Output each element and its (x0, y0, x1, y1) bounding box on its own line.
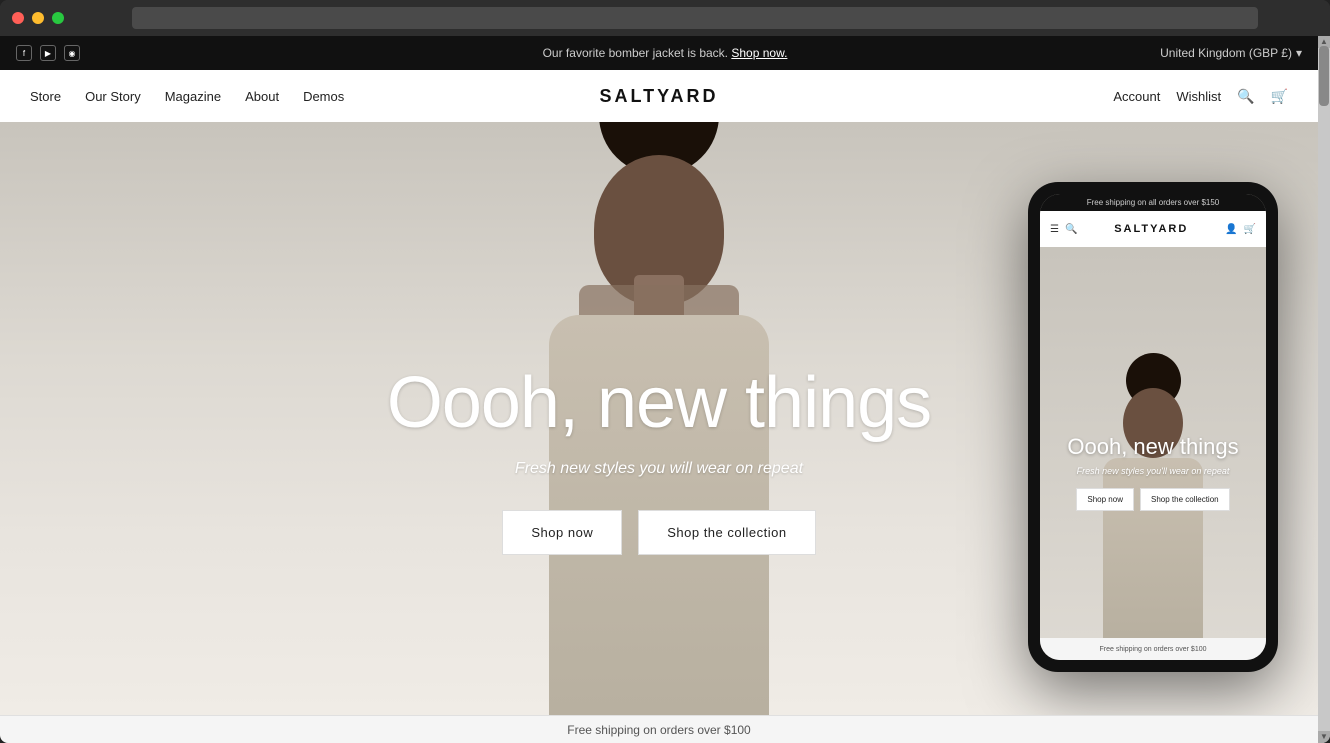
browser-window: f ▶ ◉ Our favorite bomber jacket is back… (0, 0, 1330, 743)
site-logo[interactable]: SALTYARD (599, 86, 718, 107)
navigation: Store Our Story Magazine About Demos SAL… (0, 70, 1318, 122)
nav-wishlist[interactable]: Wishlist (1176, 89, 1221, 104)
phone-nav-left: ☰ 🔍 (1050, 224, 1077, 235)
instagram-icon[interactable]: ◉ (64, 45, 80, 61)
social-icons: f ▶ ◉ (16, 45, 80, 61)
facebook-icon[interactable]: f (16, 45, 32, 61)
region-selector[interactable]: United Kingdom (GBP £) ▾ (1160, 46, 1302, 60)
announcement-bar: f ▶ ◉ Our favorite bomber jacket is back… (0, 36, 1318, 70)
cart-icon[interactable]: 🛒 (1271, 88, 1288, 105)
phone-hero: Oooh, new things Fresh new styles you'll… (1040, 247, 1266, 638)
phone-search-icon[interactable]: 🔍 (1065, 224, 1077, 235)
nav-store[interactable]: Store (30, 89, 61, 104)
phone-hero-buttons: Shop now Shop the collection (1067, 488, 1238, 511)
announcement-message: Our favorite bomber jacket is back. Shop… (543, 46, 788, 60)
close-button[interactable] (12, 12, 24, 24)
phone-nav-right: 👤 🛒 (1225, 224, 1256, 235)
phone-account-icon[interactable]: 👤 (1225, 224, 1237, 235)
hero-buttons: Shop now Shop the collection (387, 510, 931, 555)
youtube-icon[interactable]: ▶ (40, 45, 56, 61)
hero-section: Oooh, new things Fresh new styles you wi… (0, 122, 1318, 715)
search-icon[interactable]: 🔍 (1237, 88, 1254, 105)
bottom-bar-text: Free shipping on orders over $100 (567, 723, 750, 737)
phone-shop-collection-button[interactable]: Shop the collection (1140, 488, 1230, 511)
browser-titlebar (0, 0, 1330, 36)
website: f ▶ ◉ Our favorite bomber jacket is back… (0, 36, 1318, 743)
scrollbar-thumb[interactable] (1319, 46, 1329, 106)
nav-account[interactable]: Account (1113, 89, 1160, 104)
nav-demos[interactable]: Demos (303, 89, 344, 104)
nav-magazine[interactable]: Magazine (165, 89, 221, 104)
phone-mockup: Free shipping on all orders over $150 ☰ … (1028, 182, 1278, 672)
bottom-bar: Free shipping on orders over $100 (0, 715, 1318, 743)
address-bar[interactable] (132, 7, 1258, 29)
minimize-button[interactable] (32, 12, 44, 24)
phone-menu-icon[interactable]: ☰ (1050, 224, 1059, 235)
hero-title: Oooh, new things (387, 362, 931, 444)
announcement-shop-link[interactable]: Shop now. (731, 46, 787, 60)
phone-shop-now-button[interactable]: Shop now (1076, 488, 1134, 511)
phone-hero-subtitle: Fresh new styles you'll wear on repeat (1067, 466, 1238, 476)
chevron-down-icon: ▾ (1296, 46, 1302, 60)
phone-nav: ☰ 🔍 SALTYARD 👤 🛒 (1040, 211, 1266, 247)
phone-logo[interactable]: SALTYARD (1114, 223, 1188, 235)
maximize-button[interactable] (52, 12, 64, 24)
nav-our-story[interactable]: Our Story (85, 89, 141, 104)
shop-now-button[interactable]: Shop now (502, 510, 622, 555)
phone-hero-title: Oooh, new things (1067, 434, 1238, 460)
phone-announcement: Free shipping on all orders over $150 (1040, 194, 1266, 211)
phone-screen: Free shipping on all orders over $150 ☰ … (1040, 194, 1266, 660)
nav-left-links: Store Our Story Magazine About Demos (30, 89, 659, 104)
nav-right-actions: Account Wishlist 🔍 🛒 (659, 88, 1288, 105)
shop-collection-button[interactable]: Shop the collection (638, 510, 815, 555)
nav-about[interactable]: About (245, 89, 279, 104)
phone-cart-icon[interactable]: 🛒 (1244, 224, 1256, 235)
scroll-down-arrow[interactable]: ▼ (1318, 731, 1330, 743)
browser-content: f ▶ ◉ Our favorite bomber jacket is back… (0, 36, 1330, 743)
hero-content: Oooh, new things Fresh new styles you wi… (387, 362, 931, 555)
hero-subtitle: Fresh new styles you will wear on repeat (387, 460, 931, 478)
phone-bottom-bar: Free shipping on orders over $100 (1040, 638, 1266, 660)
phone-hero-content: Oooh, new things Fresh new styles you'll… (1057, 424, 1248, 521)
scrollbar[interactable]: ▲ ▼ (1318, 36, 1330, 743)
